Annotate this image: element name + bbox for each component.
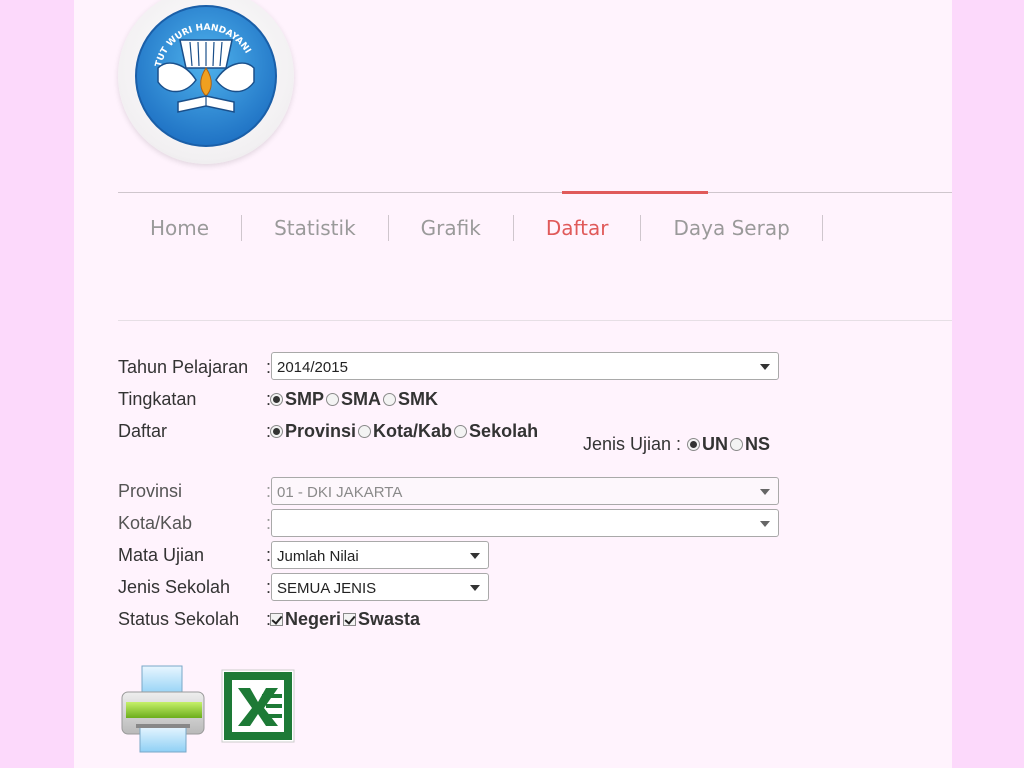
radio-kota-kab[interactable] [358,425,372,438]
radio-smk-label: SMK [398,389,439,409]
jenis-ujian-group: Jenis Ujian : UN NS [583,434,772,455]
checkbox-swasta-label: Swasta [358,609,421,629]
kota-kab-select[interactable] [271,509,779,537]
excel-icon[interactable] [220,668,298,746]
radio-ns[interactable] [730,438,744,451]
main-nav: Home Statistik Grafik Daftar Daya Serap [118,213,823,243]
status-sekolah-options: Negeri Swasta [270,609,422,630]
radio-un-label: UN [702,434,729,454]
checkbox-negeri[interactable] [270,613,283,626]
nav-item-statistik[interactable]: Statistik [242,215,389,241]
tahun-pelajaran-select[interactable]: 2014/2015 [271,352,779,380]
chevron-down-icon [470,585,480,591]
provinsi-select[interactable]: 01 - DKI JAKARTA [271,477,779,505]
tingkatan-options: SMP SMA SMK [270,389,440,410]
mata-ujian-select[interactable]: Jumlah Nilai [271,541,489,569]
logo-badge: TUT WURI HANDAYANI [118,0,294,164]
nav-item-daya-serap[interactable]: Daya Serap [641,215,823,241]
jenis-sekolah-select[interactable]: SEMUA JENIS [271,573,489,601]
radio-smp[interactable] [270,393,283,406]
daftar-label: Daftar [118,421,168,441]
nav-item-grafik[interactable]: Grafik [389,215,514,241]
chevron-down-icon [470,553,480,559]
provinsi-label: Provinsi [118,481,183,501]
nav-active-indicator [562,191,708,194]
chevron-down-icon [760,489,770,495]
radio-sma-label: SMA [341,389,382,409]
radio-smk[interactable] [383,393,397,406]
printer-icon[interactable] [118,664,214,756]
checkbox-negeri-label: Negeri [285,609,342,629]
nav-top-divider [118,192,952,193]
radio-sekolah-label: Sekolah [469,421,539,441]
tut-wuri-handayani-logo: TUT WURI HANDAYANI [135,5,277,147]
jenis-sekolah-value: SEMUA JENIS [277,580,377,597]
nav-item-daftar[interactable]: Daftar [514,215,642,241]
radio-provinsi[interactable] [270,425,283,438]
radio-kota-kab-label: Kota/Kab [373,421,453,441]
kota-kab-label: Kota/Kab [118,513,193,533]
jenis-ujian-label: Jenis Ujian : [583,434,682,454]
radio-smp-label: SMP [285,389,325,409]
mata-ujian-value: Jumlah Nilai [277,548,359,565]
chevron-down-icon [760,364,770,370]
mata-ujian-label: Mata Ujian [118,545,205,565]
daftar-options: Provinsi Kota/Kab Sekolah [270,421,540,442]
nav-item-home[interactable]: Home [118,215,243,241]
provinsi-value: 01 - DKI JAKARTA [277,484,403,501]
page-container: TUT WURI HANDAYANI Home Statistik Grafik… [74,0,952,768]
radio-sma[interactable] [326,393,340,406]
radio-provinsi-label: Provinsi [285,421,357,441]
tahun-pelajaran-label: Tahun Pelajaran [118,357,249,377]
radio-un[interactable] [687,438,701,451]
checkbox-swasta[interactable] [343,613,357,626]
jenis-sekolah-label: Jenis Sekolah [118,577,231,597]
chevron-down-icon [760,521,770,527]
tahun-pelajaran-value: 2014/2015 [277,359,348,376]
radio-sekolah[interactable] [454,425,468,438]
nav-bottom-divider [118,320,952,321]
radio-ns-label: NS [745,434,771,454]
tingkatan-label: Tingkatan [118,389,197,409]
status-sekolah-label: Status Sekolah [118,609,240,629]
